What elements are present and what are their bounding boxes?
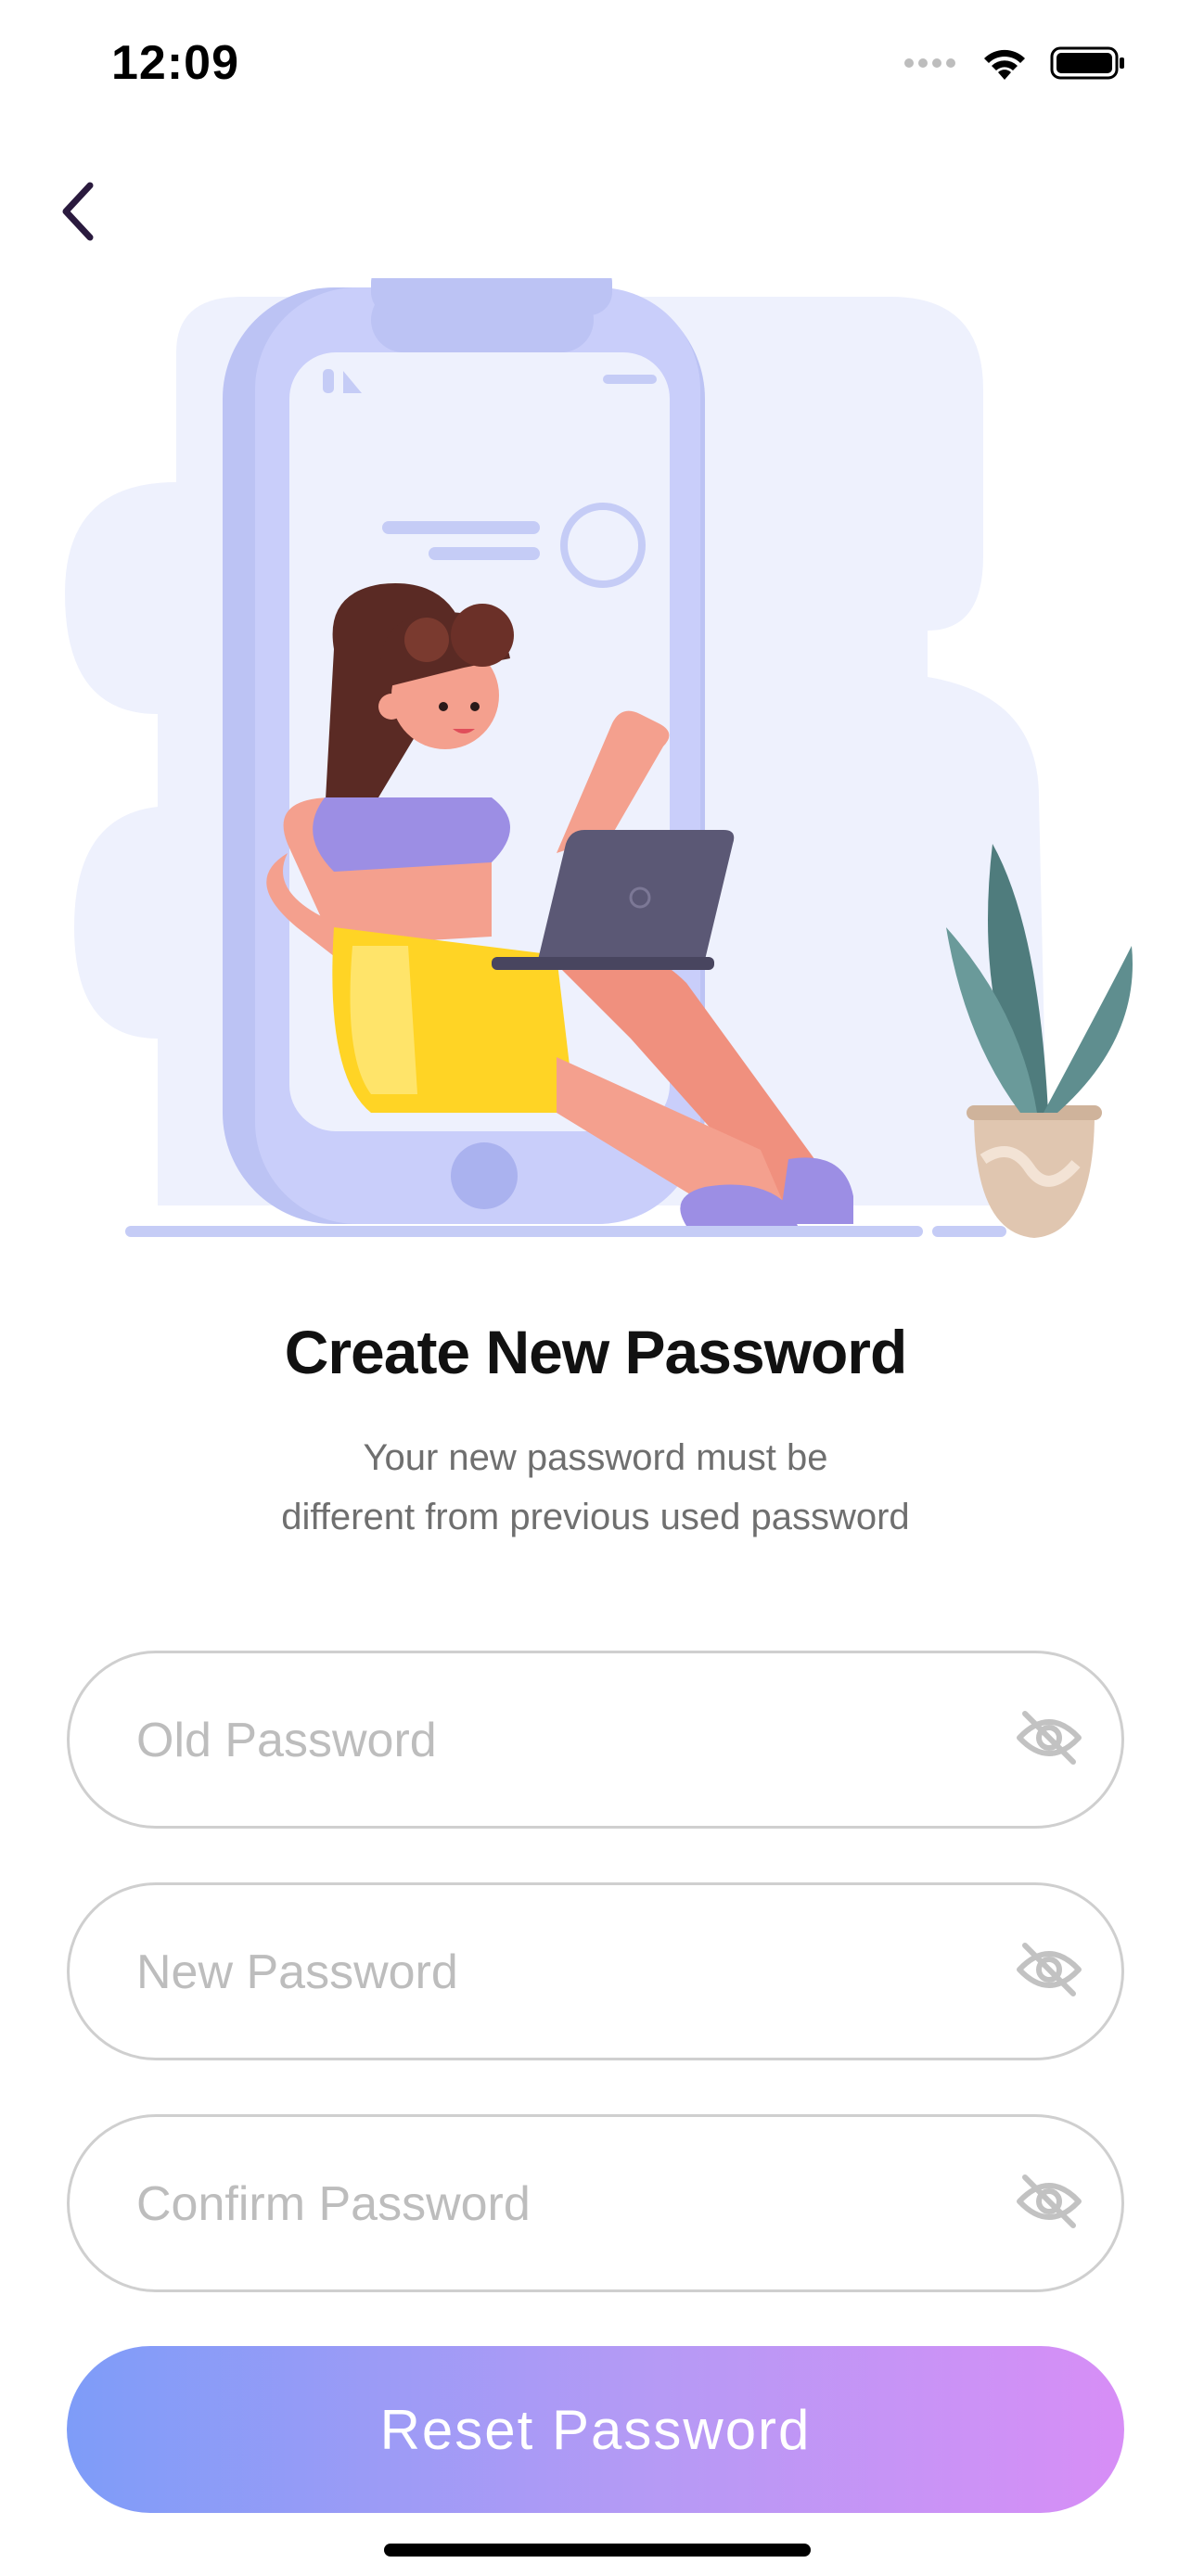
signal-dots-icon (903, 56, 959, 75)
subtitle-line-1: Your new password must be (363, 1437, 828, 1478)
status-icons (903, 45, 1126, 86)
eye-slash-icon (1016, 2174, 1082, 2234)
confirm-password-input[interactable] (134, 2117, 973, 2291)
old-password-visibility-toggle[interactable] (1010, 1701, 1088, 1779)
home-indicator[interactable] (384, 2544, 811, 2557)
wifi-icon (980, 45, 1030, 86)
battery-icon (1050, 45, 1126, 86)
woman-with-laptop-in-phone-illustration (56, 260, 1141, 1243)
status-bar: 12:09 (0, 0, 1191, 139)
status-time: 12:09 (111, 36, 239, 90)
new-password-input[interactable] (134, 1885, 973, 2060)
new-password-visibility-toggle[interactable] (1010, 1932, 1088, 2010)
old-password-input[interactable] (134, 1653, 973, 1828)
eye-slash-icon (1016, 1942, 1082, 2002)
back-button[interactable] (28, 162, 130, 264)
confirm-password-field[interactable] (67, 2114, 1124, 2292)
page-title: Create New Password (284, 1318, 908, 1386)
reset-password-button[interactable]: Reset Password (67, 2346, 1124, 2513)
page-subtitle: Your new password must be different from… (186, 1428, 1005, 1547)
chevron-left-icon (51, 174, 107, 253)
old-password-field[interactable] (67, 1651, 1124, 1829)
new-password-field[interactable] (67, 1882, 1124, 2060)
confirm-password-visibility-toggle[interactable] (1010, 2164, 1088, 2242)
eye-slash-icon (1016, 1710, 1082, 1770)
subtitle-line-2: different from previous used password (281, 1497, 910, 1537)
